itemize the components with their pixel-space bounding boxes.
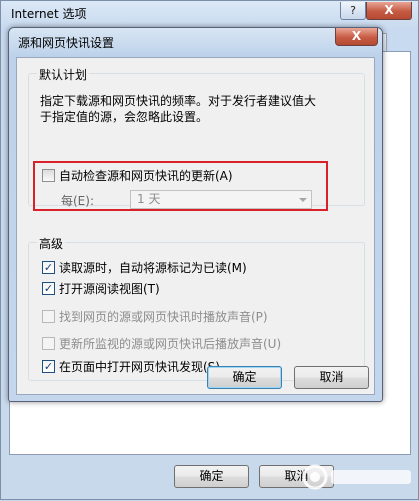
chevron-down-icon: [299, 198, 307, 202]
reading-view-option[interactable]: ✓ 打开源阅读视图(T): [42, 280, 160, 297]
dialog-close-button[interactable]: X: [335, 28, 378, 46]
watermark-logo-icon: [302, 464, 411, 490]
reading-view-label: 打开源阅读视图(T): [59, 282, 160, 296]
update-frequency-value: 1 天: [137, 192, 161, 206]
schedule-description: 指定下载源和网页快讯的频率。对于发行者建议值大 于指定值的源，会忽略此设置。: [40, 93, 360, 125]
cancel-button[interactable]: 取消: [294, 366, 369, 389]
webslice-discovery-checkbox[interactable]: ✓: [42, 360, 55, 373]
auto-check-updates-label: 自动检查源和网页快讯的更新(A): [59, 169, 233, 183]
bg-ok-button[interactable]: 确定: [174, 465, 249, 488]
mark-read-checkbox[interactable]: ✓: [42, 261, 55, 274]
auto-check-updates-option[interactable]: 自动检查源和网页快讯的更新(A): [42, 167, 233, 184]
play-sound-found-label: 找到网页的源或网页快讯时播放声音(P): [59, 310, 268, 324]
webslice-discovery-label: 在页面中打开网页快讯发现(S): [59, 360, 220, 374]
play-sound-found-checkbox: [42, 310, 55, 323]
reading-view-checkbox[interactable]: ✓: [42, 282, 55, 295]
description-line-2: 于指定值的源，会忽略此设置。: [40, 110, 209, 124]
every-label: 每(E):: [61, 194, 94, 208]
help-button[interactable]: ?: [340, 2, 366, 20]
play-sound-found-option: 找到网页的源或网页快讯时播放声音(P): [42, 308, 268, 325]
play-sound-updated-option: 更新所监视的源或网页快讯后播放声音(U): [42, 335, 281, 352]
mark-read-option[interactable]: ✓ 读取源时，自动将源标记为已读(M): [42, 259, 247, 276]
auto-check-updates-checkbox[interactable]: [42, 169, 55, 182]
internet-options-title: Internet 选项: [11, 7, 87, 21]
ok-button[interactable]: 确定: [207, 366, 282, 389]
update-frequency-select[interactable]: 1 天: [130, 190, 312, 209]
dialog-client-area: 默认计划 指定下载源和网页快讯的频率。对于发行者建议值大 于指定值的源，会忽略此…: [16, 57, 375, 395]
mark-read-label: 读取源时，自动将源标记为已读(M): [59, 261, 247, 275]
webslice-discovery-option[interactable]: ✓ 在页面中打开网页快讯发现(S): [42, 358, 220, 375]
play-sound-updated-label: 更新所监视的源或网页快讯后播放声音(U): [59, 337, 282, 351]
advanced-label: 高级: [37, 235, 66, 252]
play-sound-updated-checkbox: [42, 337, 55, 350]
description-line-1: 指定下载源和网页快讯的频率。对于发行者建议值大: [40, 94, 317, 108]
feeds-settings-dialog: 源和网页快讯设置 X 默认计划 指定下载源和网页快讯的频率。对于发行者建议值大 …: [8, 27, 383, 402]
window-close-button[interactable]: X: [366, 2, 412, 20]
dialog-title: 源和网页快讯设置: [18, 36, 115, 50]
default-schedule-label: 默认计划: [37, 66, 90, 83]
